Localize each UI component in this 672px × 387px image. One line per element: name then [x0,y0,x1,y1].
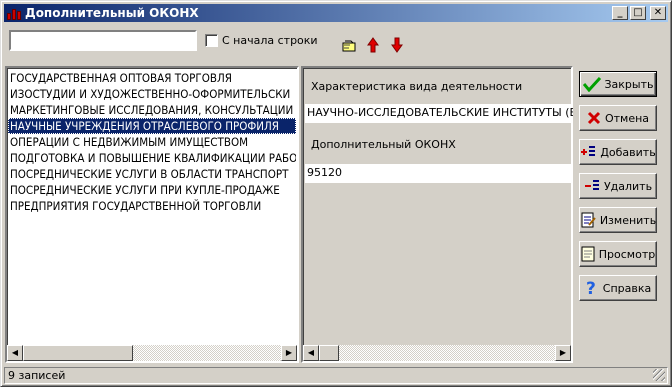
main-window: Дополнительный ОКОНХ _ □ ✕ С начала стро… [0,0,672,387]
list-item[interactable]: МАРКЕТИНГОВЫЕ ИССЛЕДОВАНИЯ, КОНСУЛЬТАЦИИ [8,102,296,118]
search-input[interactable] [11,32,195,49]
add-button-label: Добавить [600,145,656,159]
list-item[interactable]: ИЗОСТУДИИ И ХУДОЖЕСТВЕННО-ОФОРМИТЕЛЬСКИ [8,86,296,102]
list-item[interactable]: ПРЕДПРИЯТИЯ ГОСУДАРСТВЕННОЙ ТОРГОВЛИ [8,198,296,214]
close-button-label: Закрыть [604,77,654,91]
activity-list-items: ГОСУДАРСТВЕННАЯ ОПТОВАЯ ТОРГОВЛЯ ИЗОСТУДИ… [7,68,297,216]
checkmark-icon [582,76,601,92]
find-icon[interactable] [341,37,357,53]
scroll-thumb[interactable] [23,345,133,361]
edit-button[interactable]: Изменить [579,207,657,233]
view-button[interactable]: Просмотр [579,241,657,267]
minimize-button[interactable]: _ [612,6,628,20]
add-row-icon [581,146,596,156]
arrow-up-icon[interactable] [365,37,381,53]
help-button-label: Справка [602,281,652,295]
list-item[interactable]: ПОСРЕДНИЧЕСКИЕ УСЛУГИ ПРИ КУПЛЕ-ПРОДАЖЕ [8,182,296,198]
cancel-button-label: Отмена [604,111,650,125]
delete-button[interactable]: Удалить [579,173,657,199]
list-item[interactable]: ПОДГОТОВКА И ПОВЫШЕНИЕ КВАЛИФИКАЦИИ РАБО [8,150,296,166]
checkbox-label: С начала строки [222,34,318,47]
status-bar: 9 записей [4,367,668,384]
record-count: 9 записей [8,369,66,382]
list-item[interactable]: ОПЕРАЦИИ С НЕДВИЖИМЫМ ИМУЩЕСТВОМ [8,134,296,150]
activity-value[interactable]: НАУЧНО-ИССЛЕДОВАТЕЛЬСКИЕ ИНСТИТУТЫ (ВК [305,104,573,123]
scroll-right-icon[interactable]: ▶ [281,345,297,361]
cancel-button[interactable]: Отмена [579,105,657,131]
list-item[interactable]: ПОСРЕДНИЧЕСКИЕ УСЛУГИ В ОБЛАСТИ ТРАНСПОР… [8,166,296,182]
title-bar[interactable]: Дополнительный ОКОНХ _ □ ✕ [4,4,668,22]
list-hscrollbar[interactable]: ◀ ▶ [7,345,297,361]
document-icon [581,246,595,262]
delete-button-label: Удалить [603,179,653,193]
scroll-track[interactable] [339,345,555,361]
close-window-button[interactable]: ✕ [650,6,666,20]
svg-text:?: ? [586,279,596,297]
add-button[interactable]: Добавить [579,139,657,165]
chart-app-icon [6,6,22,20]
help-question-icon: ? [586,279,596,297]
cross-icon [587,111,601,125]
edit-button-label: Изменить [599,213,657,227]
list-item[interactable]: ГОСУДАРСТВЕННАЯ ОПТОВАЯ ТОРГОВЛЯ [8,70,296,86]
delete-row-icon [584,180,599,190]
detail-panel: Характеристика вида деятельности НАУЧНО-… [301,66,573,363]
scroll-left-icon[interactable]: ◀ [7,345,23,361]
resize-grip-icon[interactable] [653,369,665,381]
arrow-down-icon[interactable] [389,37,405,53]
scroll-right-icon[interactable]: ▶ [555,345,571,361]
scroll-left-icon[interactable]: ◀ [303,345,319,361]
list-item[interactable]: НАУЧНЫЕ УЧРЕЖДЕНИЯ ОТРАСЛЕВОГО ПРОФИЛЯ [8,118,296,134]
edit-document-icon [581,212,596,228]
from-line-start-checkbox[interactable]: С начала строки [205,34,318,47]
okonh-value[interactable]: 95120 [305,164,573,183]
view-button-label: Просмотр [598,247,656,261]
activity-list[interactable]: ГОСУДАРСТВЕННАЯ ОПТОВАЯ ТОРГОВЛЯ ИЗОСТУДИ… [5,66,299,363]
close-button[interactable]: Закрыть [579,71,657,97]
search-field-wrap [9,30,197,51]
checkbox-box[interactable] [205,34,218,47]
okonh-label: Дополнительный ОКОНХ [311,138,456,151]
scroll-track[interactable] [133,345,281,361]
window-title: Дополнительный ОКОНХ [25,6,199,20]
detail-hscrollbar[interactable]: ◀ ▶ [303,345,571,361]
scroll-thumb[interactable] [319,345,339,361]
activity-label: Характеристика вида деятельности [311,80,523,93]
maximize-button[interactable]: □ [630,6,646,20]
help-button[interactable]: ? Справка [579,275,657,301]
